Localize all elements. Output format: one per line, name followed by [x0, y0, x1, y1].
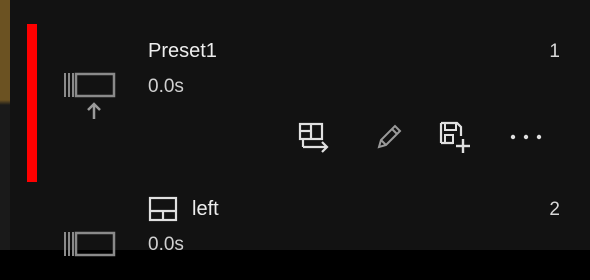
preset-duration: 0.0s [148, 234, 184, 255]
preset-duration: 0.0s [148, 76, 184, 97]
apply-layout-icon [297, 121, 333, 153]
ellipsis-icon [508, 131, 544, 143]
preset-number: 2 [549, 199, 560, 220]
list-item[interactable]: Preset1 0.0s 1 [10, 15, 590, 185]
edge-strip [0, 0, 10, 250]
save-as-preset-button[interactable] [433, 119, 477, 155]
preset-title: Preset1 [148, 40, 217, 62]
pencil-icon [373, 121, 405, 153]
preset-list-panel: Preset1 0.0s 1 left 2 0.0s [0, 0, 590, 257]
preset-thumbnail-up-icon [60, 71, 120, 121]
preset-thumbnail-icon [60, 230, 120, 280]
edit-preset-button[interactable] [367, 119, 411, 155]
selection-indicator [27, 24, 37, 182]
more-options-button[interactable] [504, 119, 548, 155]
list-item[interactable]: left 2 0.0s [10, 185, 590, 257]
apply-preset-button[interactable] [293, 119, 337, 155]
save-plus-icon [437, 120, 473, 154]
preset-number: 1 [549, 41, 560, 62]
split-layout-icon [148, 196, 182, 222]
preset-title: left [192, 198, 219, 220]
